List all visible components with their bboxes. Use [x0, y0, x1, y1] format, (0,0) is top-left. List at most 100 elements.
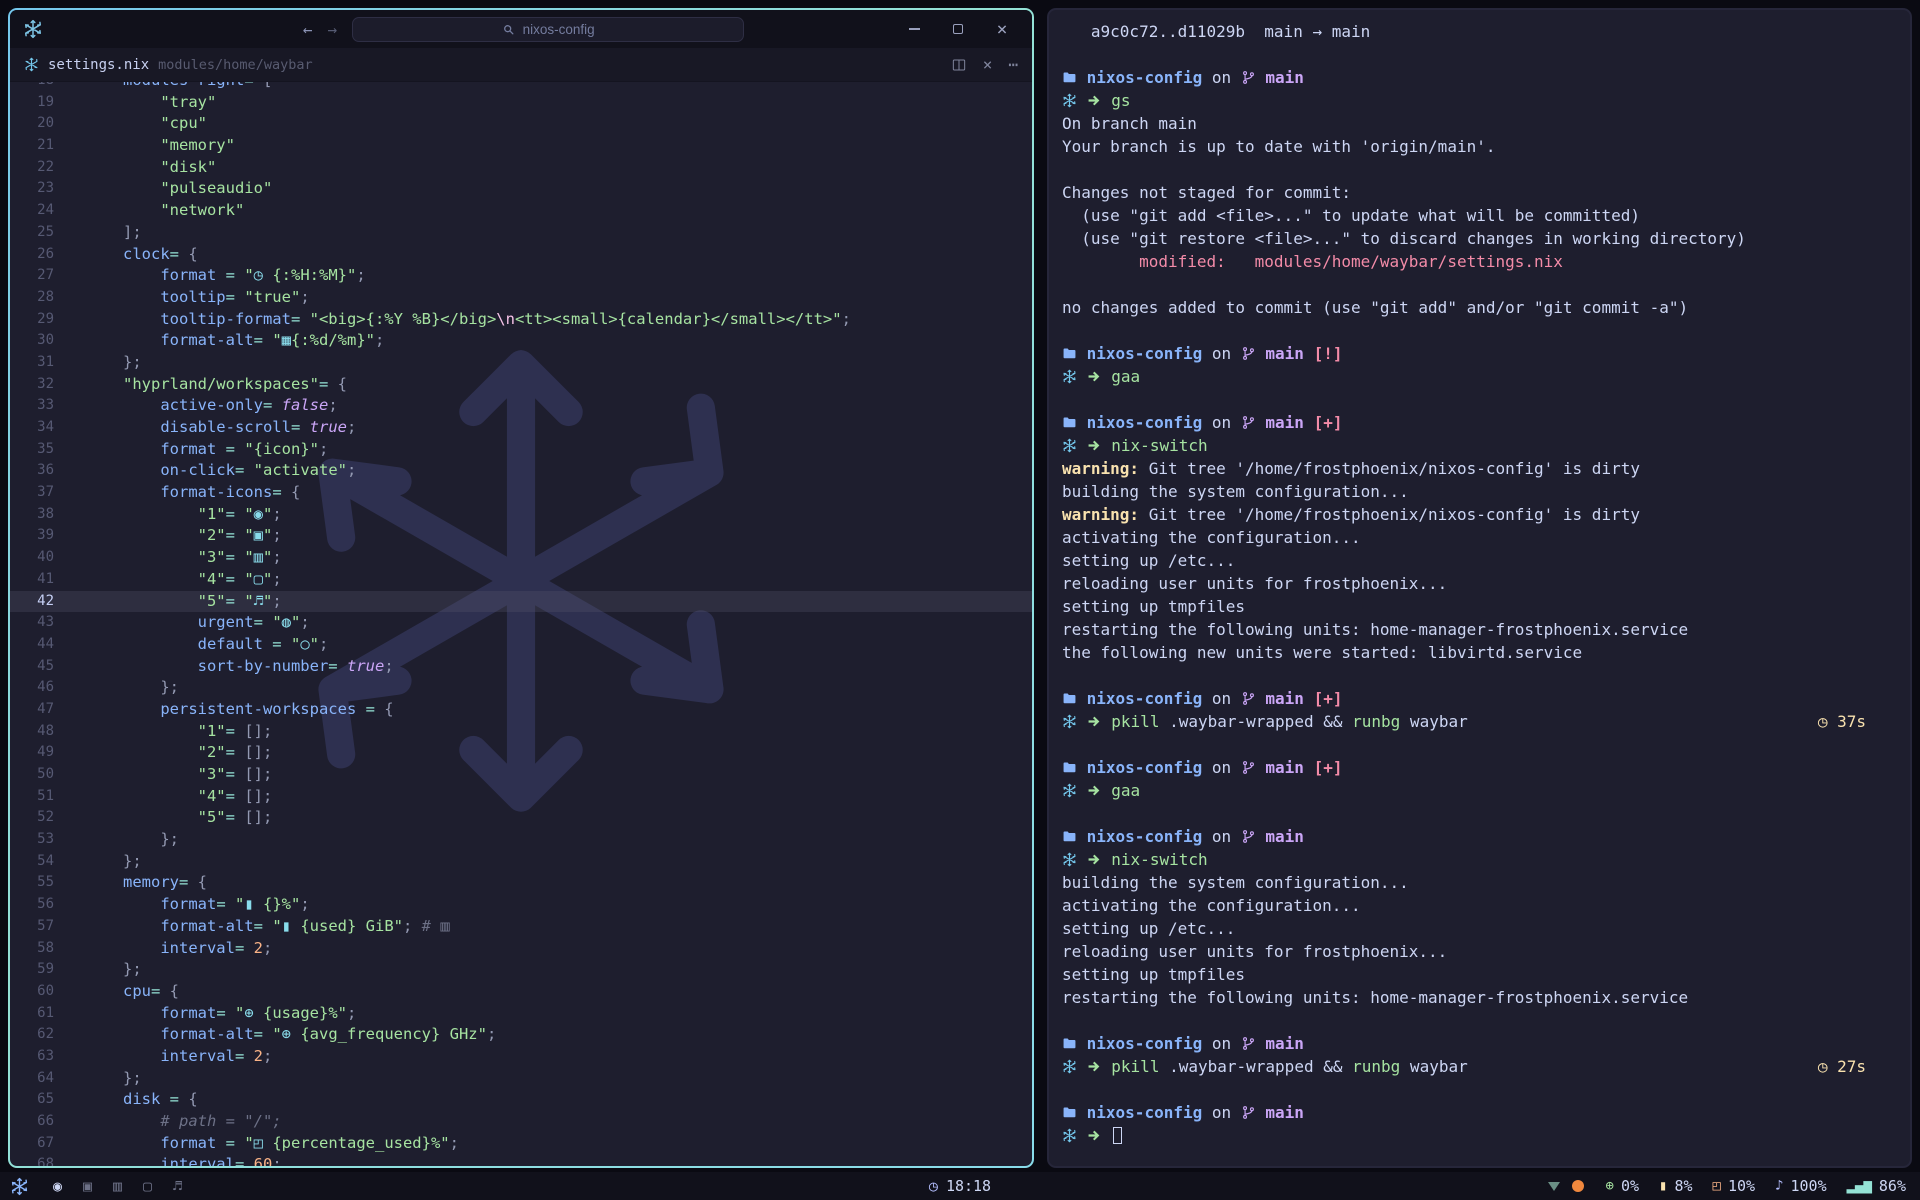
code-line[interactable]: 59 }; — [10, 959, 1032, 981]
search-box[interactable]: nixos-config — [352, 17, 744, 42]
workspace-2[interactable]: ▣ — [75, 1177, 100, 1195]
forward-button[interactable]: → — [328, 20, 338, 39]
workspace-3[interactable]: ▥ — [105, 1177, 130, 1195]
workspace-4[interactable]: ▢ — [135, 1177, 160, 1195]
code-line[interactable]: 48 "1"= []; — [10, 721, 1032, 743]
code-line[interactable]: 18 modules-right= [ — [10, 82, 1032, 92]
code-line[interactable]: 68 interval= 60; — [10, 1154, 1032, 1166]
code-line[interactable]: 25 ]; — [10, 222, 1032, 244]
text-token: " — [235, 592, 254, 610]
text-token: " — [235, 526, 254, 544]
code-text: }; — [54, 352, 142, 374]
editor-window: ← → nixos-config × settings.nix modul — [8, 8, 1034, 1168]
terminal-line — [1062, 43, 1910, 66]
code-line[interactable]: 39 "2"= "▣"; — [10, 525, 1032, 547]
tray-icon-dot[interactable] — [1572, 1180, 1584, 1192]
terminal-line: Your branch is up to date with 'origin/m… — [1062, 135, 1910, 158]
back-button[interactable]: ← — [303, 20, 313, 39]
code-line[interactable]: 60 cpu= { — [10, 981, 1032, 1003]
code-line[interactable]: 43 urgent= "◍"; — [10, 612, 1032, 634]
workspace-1[interactable]: ◉ — [45, 1177, 70, 1195]
text-token: ; — [328, 396, 337, 414]
code-text: format= "⊕ {usage}%"; — [54, 1003, 356, 1025]
code-line[interactable]: 58 interval= 2; — [10, 938, 1032, 960]
text-token — [1077, 68, 1087, 87]
tray-icon-triangle[interactable] — [1548, 1182, 1560, 1191]
code-line[interactable]: 20 "cpu" — [10, 113, 1032, 135]
code-line[interactable]: 38 "1"= "◉"; — [10, 504, 1032, 526]
code-line[interactable]: 22 "disk" — [10, 157, 1032, 179]
code-line[interactable]: 55 memory= { — [10, 872, 1032, 894]
code-line[interactable]: 19 "tray" — [10, 92, 1032, 114]
clock[interactable]: ◷ 18:18 — [929, 1177, 991, 1195]
code-line[interactable]: 56 format= "▮ {}%"; — [10, 894, 1032, 916]
text-token: format — [67, 440, 216, 458]
code-line[interactable]: 21 "memory" — [10, 135, 1032, 157]
workspace-5[interactable]: ♬ — [165, 1177, 190, 1195]
metric-cpu[interactable]: ⊕0% — [1606, 1177, 1640, 1195]
text-token: }; — [67, 830, 179, 848]
code-line[interactable]: 53 }; — [10, 829, 1032, 851]
code-line[interactable]: 49 "2"= []; — [10, 742, 1032, 764]
close-button[interactable]: × — [980, 10, 1024, 48]
code-line[interactable]: 57 format-alt= "▮ {used} GiB"; # ▥ — [10, 916, 1032, 938]
code-line[interactable]: 61 format= "⊕ {usage}%"; — [10, 1003, 1032, 1025]
tab-filename[interactable]: settings.nix — [48, 57, 149, 73]
text-token — [1256, 68, 1266, 87]
code-line[interactable]: 33 active-only= false; — [10, 395, 1032, 417]
code-line[interactable]: 47 persistent-workspaces = { — [10, 699, 1032, 721]
code-line[interactable]: 34 disable-scroll= true; — [10, 417, 1032, 439]
code-line[interactable]: 66 # path = "/"; — [10, 1111, 1032, 1133]
metric-disk[interactable]: ◰10% — [1713, 1177, 1756, 1195]
code-line[interactable]: 37 format-icons= { — [10, 482, 1032, 504]
text-token: on — [1202, 413, 1241, 432]
code-line[interactable]: 50 "3"= []; — [10, 764, 1032, 786]
text-token: warning: — [1062, 505, 1139, 524]
code-line[interactable]: 63 interval= 2; — [10, 1046, 1032, 1068]
metric-memory[interactable]: ▮8% — [1659, 1177, 1693, 1195]
metric-network[interactable]: ▂▄▆86% — [1847, 1177, 1906, 1195]
code-line[interactable]: 52 "5"= []; — [10, 807, 1032, 829]
code-line[interactable]: 23 "pulseaudio" — [10, 178, 1032, 200]
tab-close-icon[interactable]: × — [983, 55, 993, 74]
terminal-line: the following new units were started: li… — [1062, 641, 1910, 664]
terminal-window[interactable]: a9c0c72..d11029b main → main nixos-confi… — [1047, 8, 1912, 1168]
code-line[interactable]: 24 "network" — [10, 200, 1032, 222]
line-number: 42 — [10, 591, 54, 613]
code-line[interactable]: 30 format-alt= "▦{:%d/%m}"; — [10, 330, 1032, 352]
line-number: 39 — [10, 525, 54, 547]
code-line[interactable]: 29 tooltip-format= "<big>{:%Y %B}</big>\… — [10, 309, 1032, 331]
code-line[interactable]: 65 disk = { — [10, 1089, 1032, 1111]
text-token — [1102, 712, 1112, 731]
code-line[interactable]: 27 format = "◷ {:%H:%M}"; — [10, 265, 1032, 287]
code-line[interactable]: 31 }; — [10, 352, 1032, 374]
code-line[interactable]: 46 }; — [10, 677, 1032, 699]
minimize-button[interactable] — [892, 10, 936, 48]
text-token: on — [1202, 1103, 1241, 1122]
code-line[interactable]: 28 tooltip= "true"; — [10, 287, 1032, 309]
bar-nix-logo-icon[interactable] — [10, 1177, 29, 1196]
code-line[interactable]: 36 on-click= "activate"; — [10, 460, 1032, 482]
text-token: format-alt — [67, 1025, 254, 1043]
split-editor-icon[interactable] — [951, 57, 967, 73]
text-token: false — [282, 396, 329, 414]
code-line[interactable]: 44 default = "○"; — [10, 634, 1032, 656]
maximize-button[interactable] — [936, 10, 980, 48]
tab-more-icon[interactable]: ⋯ — [1008, 55, 1018, 74]
code-line[interactable]: 41 "4"= "▢"; — [10, 569, 1032, 591]
code-line[interactable]: 35 format = "{icon}"; — [10, 439, 1032, 461]
code-line[interactable]: 26 clock= { — [10, 244, 1032, 266]
code-area[interactable]: 18 modules-right= [19 "tray"20 "cpu"21 "… — [10, 82, 1032, 1166]
code-line[interactable]: 45 sort-by-number= true; — [10, 656, 1032, 678]
text-token: }; — [67, 852, 142, 870]
code-line[interactable]: 40 "3"= "▥"; — [10, 547, 1032, 569]
code-line[interactable]: 32 "hyprland/workspaces"= { — [10, 374, 1032, 396]
code-line[interactable]: 51 "4"= []; — [10, 786, 1032, 808]
code-line[interactable]: 67 format = "◰ {percentage_used}%"; — [10, 1133, 1032, 1155]
code-line[interactable]: 64 }; — [10, 1068, 1032, 1090]
code-line[interactable]: 54 }; — [10, 851, 1032, 873]
code-line[interactable]: 62 format-alt= "⊕ {avg_frequency} GHz"; — [10, 1024, 1032, 1046]
line-number: 40 — [10, 547, 54, 569]
metric-volume[interactable]: ♪100% — [1775, 1177, 1827, 1195]
code-line[interactable]: 42 "5"= "♬"; — [10, 591, 1032, 613]
